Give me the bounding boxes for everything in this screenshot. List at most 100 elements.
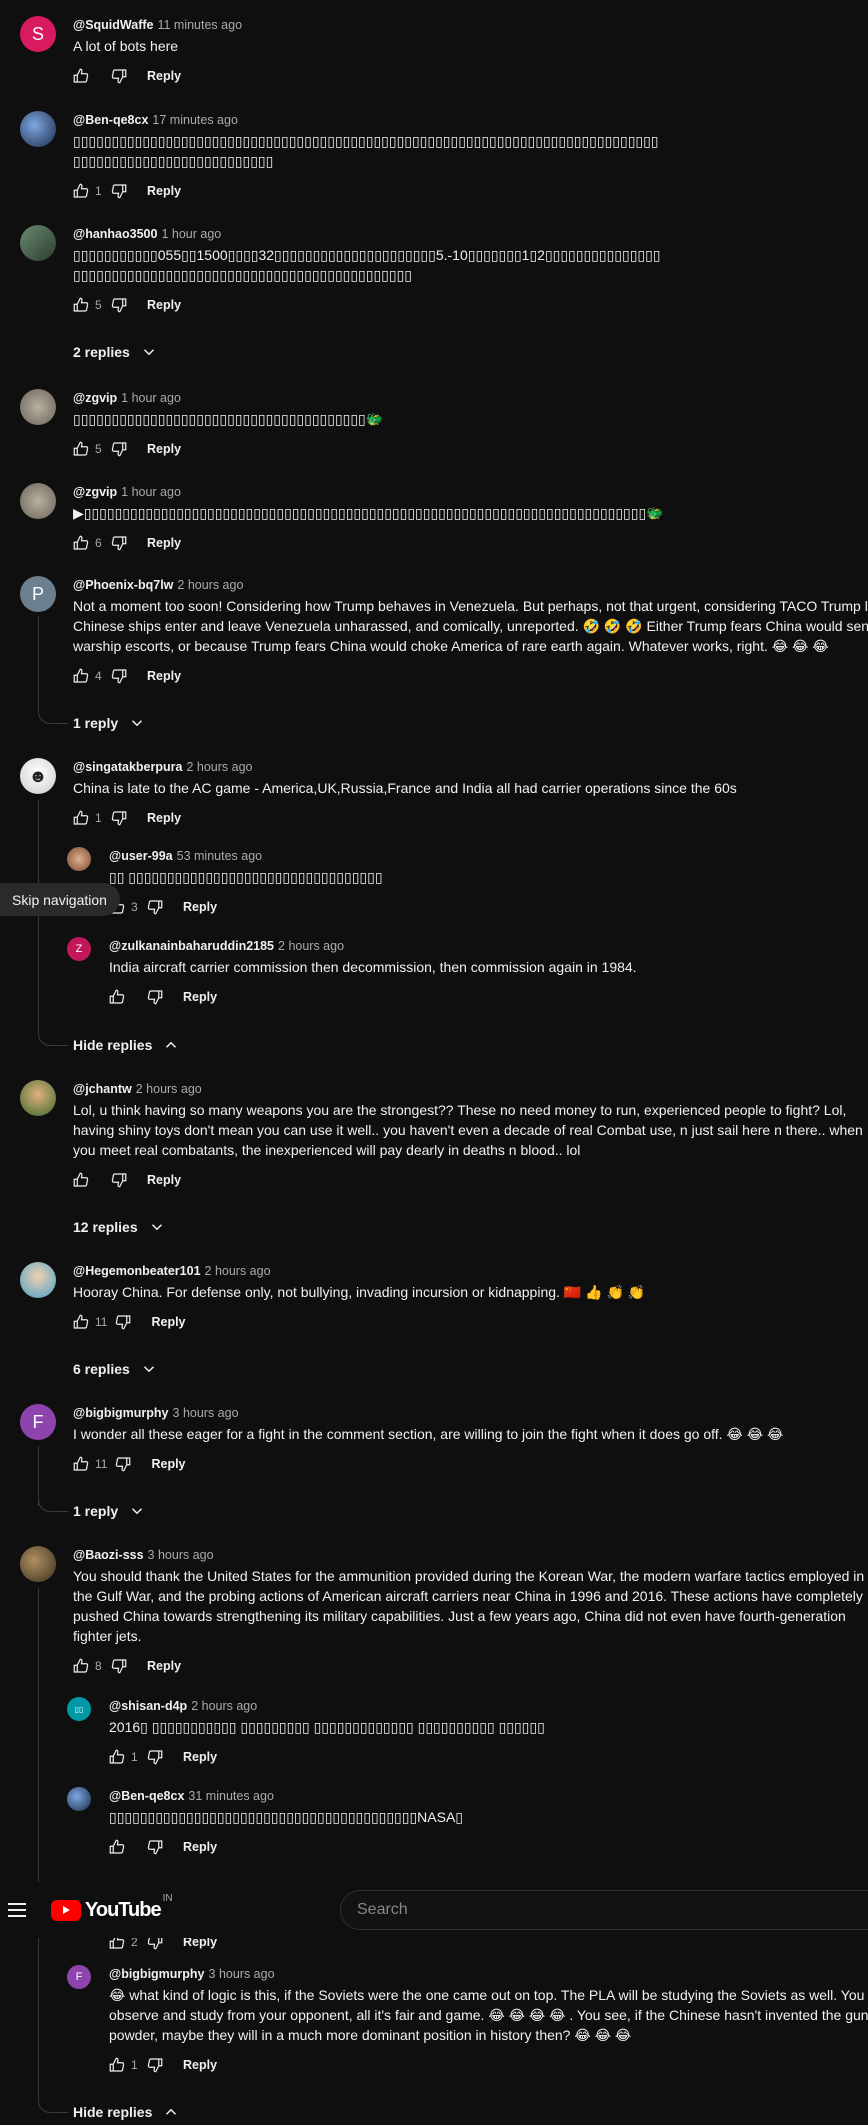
comment-time[interactable]: 11 minutes ago: [157, 18, 242, 32]
dislike-icon[interactable]: [103, 1650, 135, 1682]
search-input[interactable]: [357, 1901, 868, 1919]
dislike-icon[interactable]: [103, 1164, 135, 1196]
reply-button[interactable]: Reply: [183, 990, 217, 1004]
reply-button[interactable]: Reply: [147, 811, 181, 825]
avatar[interactable]: [67, 847, 91, 871]
reply-button[interactable]: Reply: [147, 69, 181, 83]
dislike-icon[interactable]: [103, 60, 135, 92]
like-icon[interactable]: [65, 1164, 97, 1196]
avatar[interactable]: F: [67, 1965, 91, 1989]
like-icon[interactable]: [65, 1650, 97, 1682]
like-icon[interactable]: [101, 1741, 133, 1773]
reply-button[interactable]: Reply: [147, 1659, 181, 1673]
dislike-icon[interactable]: [103, 527, 135, 559]
dislike-icon[interactable]: [103, 802, 135, 834]
comment-author[interactable]: @zulkanainbaharuddin2185: [109, 939, 274, 953]
avatar[interactable]: ▯▯: [67, 1697, 91, 1721]
reply-button[interactable]: Reply: [147, 298, 181, 312]
comment-time[interactable]: 2 hours ago: [136, 1082, 202, 1096]
replies-toggle-button[interactable]: 2 replies: [73, 337, 158, 367]
comment-author[interactable]: @zgvip: [73, 391, 117, 405]
hide-replies-button[interactable]: Hide replies: [73, 1030, 180, 1060]
comment-author[interactable]: @bigbigmurphy: [73, 1406, 169, 1420]
like-icon[interactable]: [101, 981, 133, 1013]
like-icon[interactable]: [65, 433, 97, 465]
avatar[interactable]: [20, 225, 56, 261]
like-icon[interactable]: [65, 527, 97, 559]
comment-author[interactable]: @SquidWaffe: [73, 18, 153, 32]
reply-button[interactable]: Reply: [147, 184, 181, 198]
like-icon[interactable]: [65, 175, 97, 207]
reply-button[interactable]: Reply: [147, 1173, 181, 1187]
avatar[interactable]: [20, 1262, 56, 1298]
like-icon[interactable]: [65, 1306, 97, 1338]
comment-time[interactable]: 1 hour ago: [161, 227, 221, 241]
reply-button[interactable]: Reply: [147, 669, 181, 683]
comment-author[interactable]: @user-99a: [109, 849, 173, 863]
avatar[interactable]: [20, 1080, 56, 1116]
comment-author[interactable]: @Baozi-sss: [73, 1548, 144, 1562]
comment-time[interactable]: 2 hours ago: [177, 578, 243, 592]
skip-navigation-button[interactable]: Skip navigation: [0, 883, 120, 916]
search-box[interactable]: [340, 1890, 868, 1930]
comment-time[interactable]: 3 hours ago: [173, 1406, 239, 1420]
avatar[interactable]: [20, 483, 56, 519]
avatar[interactable]: [67, 1787, 91, 1811]
like-icon[interactable]: [65, 660, 97, 692]
comment-time[interactable]: 2 hours ago: [191, 1699, 257, 1713]
like-icon[interactable]: [101, 1831, 133, 1863]
reply-button[interactable]: Reply: [183, 1750, 217, 1764]
avatar[interactable]: [20, 389, 56, 425]
replies-toggle-button[interactable]: 1 reply: [73, 708, 146, 738]
avatar[interactable]: [20, 111, 56, 147]
dislike-icon[interactable]: [103, 289, 135, 321]
reply-button[interactable]: Reply: [183, 900, 217, 914]
avatar[interactable]: S: [20, 16, 56, 52]
avatar[interactable]: ☻: [20, 758, 56, 794]
comment-time[interactable]: 2 hours ago: [205, 1264, 271, 1278]
replies-toggle-button[interactable]: 12 replies: [73, 1212, 166, 1242]
comment-time[interactable]: 17 minutes ago: [152, 113, 237, 127]
like-icon[interactable]: [65, 802, 97, 834]
comment-time[interactable]: 2 hours ago: [278, 939, 344, 953]
comment-author[interactable]: @Hegemonbeater101: [73, 1264, 201, 1278]
comment-time[interactable]: 2 hours ago: [186, 760, 252, 774]
reply-button[interactable]: Reply: [183, 1840, 217, 1854]
replies-toggle-button[interactable]: 1 reply: [73, 1496, 146, 1526]
dislike-icon[interactable]: [139, 1831, 171, 1863]
comment-time[interactable]: 3 hours ago: [209, 1967, 275, 1981]
dislike-icon[interactable]: [139, 891, 171, 923]
comment-author[interactable]: @Ben-qe8cx: [109, 1789, 184, 1803]
comment-author[interactable]: @Ben-qe8cx: [73, 113, 148, 127]
reply-button[interactable]: Reply: [151, 1457, 185, 1471]
dislike-icon[interactable]: [103, 660, 135, 692]
replies-toggle-button[interactable]: 6 replies: [73, 1354, 158, 1384]
avatar[interactable]: P: [20, 576, 56, 612]
dislike-icon[interactable]: [107, 1448, 139, 1480]
dislike-icon[interactable]: [139, 1741, 171, 1773]
comment-author[interactable]: @singatakberpura: [73, 760, 182, 774]
dislike-icon[interactable]: [103, 175, 135, 207]
comment-time[interactable]: 1 hour ago: [121, 485, 181, 499]
dislike-icon[interactable]: [139, 981, 171, 1013]
hide-replies-button[interactable]: Hide replies: [73, 2097, 180, 2125]
comment-time[interactable]: 53 minutes ago: [177, 849, 262, 863]
like-icon[interactable]: [65, 60, 97, 92]
like-icon[interactable]: [101, 2049, 133, 2081]
comment-author[interactable]: @bigbigmurphy: [109, 1967, 205, 1981]
comment-author[interactable]: @hanhao3500: [73, 227, 157, 241]
comment-author[interactable]: @shisan-d4p: [109, 1699, 187, 1713]
reply-button[interactable]: Reply: [183, 2058, 217, 2072]
reply-button[interactable]: Reply: [147, 536, 181, 550]
avatar[interactable]: [20, 1546, 56, 1582]
avatar[interactable]: Z: [67, 937, 91, 961]
dislike-icon[interactable]: [107, 1306, 139, 1338]
comment-time[interactable]: 31 minutes ago: [188, 1789, 273, 1803]
like-icon[interactable]: [65, 1448, 97, 1480]
comment-author[interactable]: @jchantw: [73, 1082, 132, 1096]
like-icon[interactable]: [65, 289, 97, 321]
avatar[interactable]: F: [20, 1404, 56, 1440]
menu-icon[interactable]: [8, 1903, 26, 1917]
dislike-icon[interactable]: [103, 433, 135, 465]
comment-author[interactable]: @Phoenix-bq7lw: [73, 578, 173, 592]
